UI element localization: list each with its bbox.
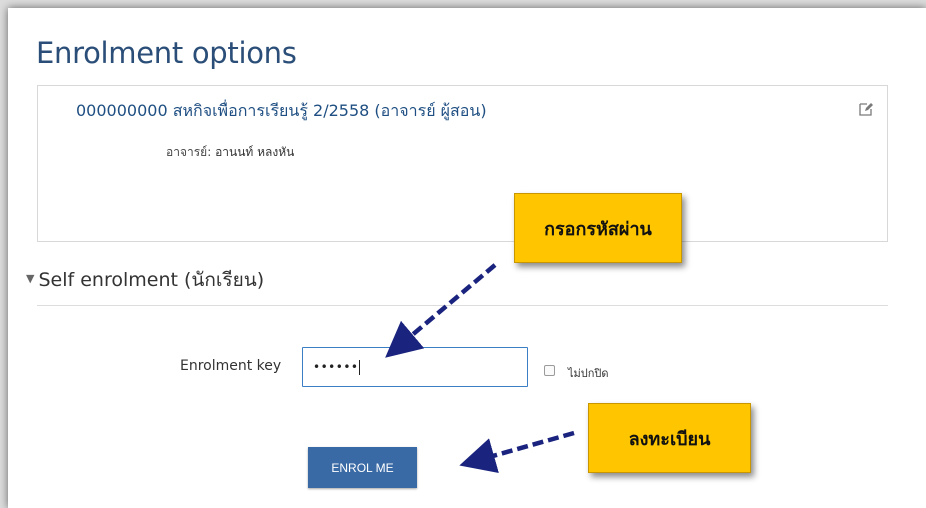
text-cursor bbox=[359, 359, 361, 375]
arrow-to-enrol-button bbox=[459, 430, 575, 473]
arrow-to-key-input bbox=[385, 263, 497, 358]
teacher-name: อานนท์ หลงหัน bbox=[215, 145, 295, 159]
teacher-line: อาจารย์: อานนท์ หลงหัน bbox=[166, 143, 294, 162]
enrolment-key-value: •••••• bbox=[313, 360, 359, 374]
course-name-link[interactable]: 000000000 สหกิจเพื่อการเรียนรู้ 2/2558 (… bbox=[76, 99, 487, 124]
edit-icon[interactable] bbox=[858, 101, 874, 117]
self-enrolment-title: Self enrolment (นักเรียน) bbox=[38, 269, 265, 291]
annotation-arrows bbox=[385, 263, 575, 473]
enrolment-key-label: Enrolment key bbox=[180, 358, 282, 374]
course-box: 000000000 สหกิจเพื่อการเรียนรู้ 2/2558 (… bbox=[37, 85, 888, 242]
collapse-caret-icon: ▼ bbox=[26, 272, 35, 285]
section-divider bbox=[37, 305, 888, 306]
unmask-checkbox[interactable] bbox=[544, 365, 555, 376]
self-enrolment-heading[interactable]: ▼ Self enrolment (นักเรียน) bbox=[26, 265, 264, 295]
browser-frame: Enrolment options 000000000 สหกิจเพื่อกา… bbox=[8, 8, 926, 508]
enrol-me-button[interactable]: ENROL ME bbox=[308, 447, 417, 488]
teacher-label: อาจารย์: bbox=[166, 145, 212, 159]
unmask-label[interactable]: ไม่ปกปิด bbox=[568, 364, 609, 382]
callout-enter-key: กรอกรหัสผ่าน bbox=[514, 193, 682, 263]
enrolment-key-input[interactable]: •••••• bbox=[302, 347, 528, 387]
callout-enrol: ลงทะเบียน bbox=[588, 403, 751, 473]
page-title: Enrolment options bbox=[36, 36, 297, 70]
